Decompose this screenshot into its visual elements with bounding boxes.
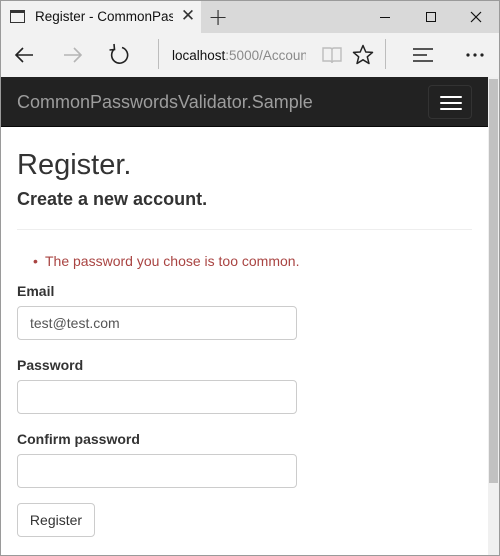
arrow-left-icon[interactable] <box>11 41 39 69</box>
window-icon <box>10 10 25 23</box>
email-label: Email <box>17 283 55 299</box>
maximize-icon <box>426 12 436 22</box>
arrow-right-icon[interactable] <box>58 41 86 69</box>
email-field[interactable] <box>17 306 297 340</box>
confirm-password-label: Confirm password <box>17 431 140 447</box>
address-path: :5000/Accoun <box>225 48 306 63</box>
maximize-button[interactable] <box>408 1 454 33</box>
star-icon[interactable] <box>351 43 375 67</box>
register-button[interactable]: Register <box>17 503 95 537</box>
divider <box>17 229 472 230</box>
brand-link[interactable]: CommonPasswordsValidator.Sample <box>17 92 313 113</box>
app-navbar: CommonPasswordsValidator.Sample <box>1 77 488 127</box>
tab-title: Register - CommonPass <box>35 9 173 24</box>
validation-error: The password you chose is too common. <box>45 253 300 269</box>
navbar-toggle-button[interactable] <box>428 85 472 119</box>
reading-view-icon[interactable] <box>321 44 343 66</box>
page-title: Register. <box>17 149 132 181</box>
address-separator <box>158 39 159 69</box>
list-bullet: • <box>33 253 38 269</box>
confirm-password-field[interactable] <box>17 454 297 488</box>
browser-tab[interactable]: Register - CommonPass ✕ <box>1 1 201 33</box>
validation-summary: • The password you chose is too common. <box>33 253 300 269</box>
minimize-icon <box>380 16 390 18</box>
password-label: Password <box>17 357 84 373</box>
address-bar[interactable]: localhost:5000/Accoun <box>172 48 306 63</box>
address-host: localhost <box>172 48 226 63</box>
browser-window: Register - CommonPass ✕ + localhost:5000… <box>0 0 500 556</box>
page-subtitle: Create a new account. <box>17 189 208 209</box>
toolbar-separator <box>385 39 386 69</box>
vertical-scrollbar[interactable] <box>488 77 499 555</box>
more-icon[interactable] <box>463 45 487 65</box>
scrollbar-thumb[interactable] <box>489 79 498 483</box>
hub-icon[interactable] <box>412 45 434 65</box>
close-icon <box>470 11 482 23</box>
browser-toolbar: localhost:5000/Accoun <box>1 33 499 77</box>
new-tab-icon[interactable]: + <box>206 4 230 30</box>
title-bar: Register - CommonPass ✕ + <box>1 1 499 33</box>
close-window-button[interactable] <box>453 1 499 33</box>
minimize-button[interactable] <box>362 1 408 33</box>
refresh-icon[interactable] <box>105 41 133 69</box>
password-field[interactable] <box>17 380 297 414</box>
tab-close-icon[interactable]: ✕ <box>179 7 197 25</box>
page-viewport: CommonPasswordsValidator.Sample Register… <box>1 77 488 555</box>
